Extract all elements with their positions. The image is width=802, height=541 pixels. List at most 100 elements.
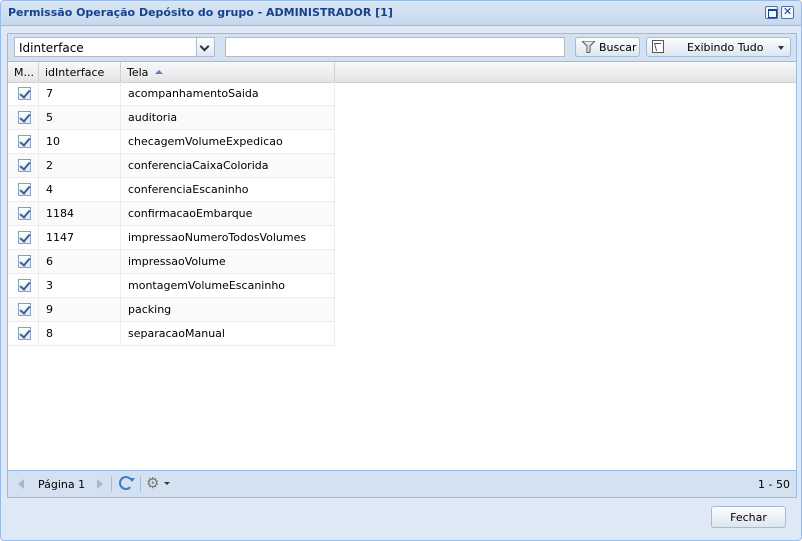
tela-value: packing	[128, 303, 172, 316]
tela-value: conferenciaCaixaColorida	[128, 159, 269, 172]
search-toolbar: Idinterface Buscar Exibindo Tudo	[7, 33, 797, 61]
checkbox-cell	[8, 154, 39, 177]
previous-page-icon[interactable]	[18, 479, 24, 489]
search-button-label: Buscar	[599, 41, 637, 54]
checkbox[interactable]	[18, 135, 31, 148]
id-cell: 1184	[39, 202, 121, 225]
table-row[interactable]: 2 conferenciaCaixaColorida	[8, 154, 335, 178]
id-cell: 7	[39, 82, 121, 105]
table-row[interactable]: 6 impressaoVolume	[8, 250, 335, 274]
checkbox-cell	[8, 82, 39, 105]
permission-grid: M... idInterface Tela 7 acompanhamentoSa…	[7, 61, 797, 471]
tela-cell: impressaoNumeroTodosVolumes	[121, 226, 335, 249]
grid-header: M... idInterface Tela	[8, 62, 796, 83]
separator	[140, 476, 141, 492]
id-value: 9	[46, 303, 53, 316]
paging-toolbar: Página 1 ⚙ 1 - 50	[7, 471, 797, 498]
id-cell: 4	[39, 178, 121, 201]
tela-value: checagemVolumeExpedicao	[128, 135, 283, 148]
checkbox-cell	[8, 250, 39, 273]
tela-cell: montagemVolumeEscaninho	[121, 274, 335, 297]
id-cell: 9	[39, 298, 121, 321]
tela-cell: conferenciaCaixaColorida	[121, 154, 335, 177]
permission-window: Permissão Operação Depósito do grupo - A…	[0, 0, 802, 541]
table-row[interactable]: 10 checagemVolumeExpedicao	[8, 130, 335, 154]
table-row[interactable]: 7 acompanhamentoSaida	[8, 82, 335, 106]
checkbox[interactable]	[18, 279, 31, 292]
id-value: 1184	[46, 207, 74, 220]
next-page-icon[interactable]	[97, 479, 103, 489]
table-row[interactable]: 9 packing	[8, 298, 335, 322]
tela-value: auditoria	[128, 111, 178, 124]
checkbox-cell	[8, 130, 39, 153]
page-label: Página 1	[38, 478, 86, 491]
column-header-idinterface[interactable]: idInterface	[39, 62, 121, 82]
gear-icon[interactable]: ⚙	[146, 475, 159, 491]
id-cell: 10	[39, 130, 121, 153]
id-cell: 2	[39, 154, 121, 177]
close-glyph: ✕	[783, 5, 793, 18]
sort-ascending-icon	[155, 70, 163, 74]
tela-value: montagemVolumeEscaninho	[128, 279, 286, 292]
id-value: 3	[46, 279, 53, 292]
chevron-down-icon[interactable]	[164, 482, 170, 485]
table-row[interactable]: 1184 confirmacaoEmbarque	[8, 202, 335, 226]
checkbox[interactable]	[18, 303, 31, 316]
chevron-down-icon[interactable]	[196, 38, 214, 56]
display-filter-label: Exibindo Tudo	[687, 41, 764, 54]
checkbox-cell	[8, 202, 39, 225]
close-button-label: Fechar	[730, 511, 767, 524]
chevron-down-icon	[778, 46, 784, 50]
id-value: 5	[46, 111, 53, 124]
column-header-tela[interactable]: Tela	[121, 62, 335, 82]
search-input[interactable]	[225, 37, 565, 57]
checkbox[interactable]	[18, 159, 31, 172]
close-icon[interactable]: ✕	[781, 5, 794, 19]
field-select[interactable]: Idinterface	[14, 37, 215, 57]
checkbox[interactable]	[18, 255, 31, 268]
id-value: 2	[46, 159, 53, 172]
id-value: 8	[46, 327, 53, 340]
checkbox[interactable]	[18, 183, 31, 196]
checkbox[interactable]	[18, 87, 31, 100]
id-cell: 3	[39, 274, 121, 297]
checkbox[interactable]	[18, 207, 31, 220]
id-cell: 1147	[39, 226, 121, 249]
tela-value: impressaoNumeroTodosVolumes	[128, 231, 307, 244]
id-value: 4	[46, 183, 53, 196]
checkbox[interactable]	[18, 111, 31, 124]
id-value: 6	[46, 255, 53, 268]
refresh-icon[interactable]	[119, 476, 135, 490]
display-filter-button[interactable]: Exibindo Tudo	[646, 37, 791, 57]
checkbox-cell	[8, 274, 39, 297]
close-button[interactable]: Fechar	[711, 506, 786, 528]
id-cell: 6	[39, 250, 121, 273]
tela-value: acompanhamentoSaida	[128, 87, 259, 100]
field-select-value: Idinterface	[19, 41, 84, 55]
window-titlebar[interactable]: Permissão Operação Depósito do grupo - A…	[1, 1, 801, 26]
tela-value: confirmacaoEmbarque	[128, 207, 253, 220]
tela-cell: impressaoVolume	[121, 250, 335, 273]
column-header-marked[interactable]: M...	[8, 62, 39, 82]
tela-cell: packing	[121, 298, 335, 321]
table-row[interactable]: 3 montagemVolumeEscaninho	[8, 274, 335, 298]
checkbox[interactable]	[18, 231, 31, 244]
checkbox[interactable]	[18, 327, 31, 340]
tela-value: impressaoVolume	[128, 255, 226, 268]
table-row[interactable]: 8 separacaoManual	[8, 322, 335, 346]
id-cell: 8	[39, 322, 121, 345]
tela-cell: conferenciaEscaninho	[121, 178, 335, 201]
column-header-label: Tela	[127, 66, 149, 79]
maximize-icon[interactable]	[765, 6, 778, 19]
table-row[interactable]: 5 auditoria	[8, 106, 335, 130]
column-header-label: M...	[14, 66, 34, 79]
record-count: 1 - 50	[758, 478, 790, 491]
table-row[interactable]: 4 conferenciaEscaninho	[8, 178, 335, 202]
filter-icon	[582, 41, 595, 53]
id-cell: 5	[39, 106, 121, 129]
window-title: Permissão Operação Depósito do grupo - A…	[8, 6, 393, 19]
checkbox-cell	[8, 178, 39, 201]
tela-value: separacaoManual	[128, 327, 225, 340]
table-row[interactable]: 1147 impressaoNumeroTodosVolumes	[8, 226, 335, 250]
search-button[interactable]: Buscar	[575, 37, 640, 57]
